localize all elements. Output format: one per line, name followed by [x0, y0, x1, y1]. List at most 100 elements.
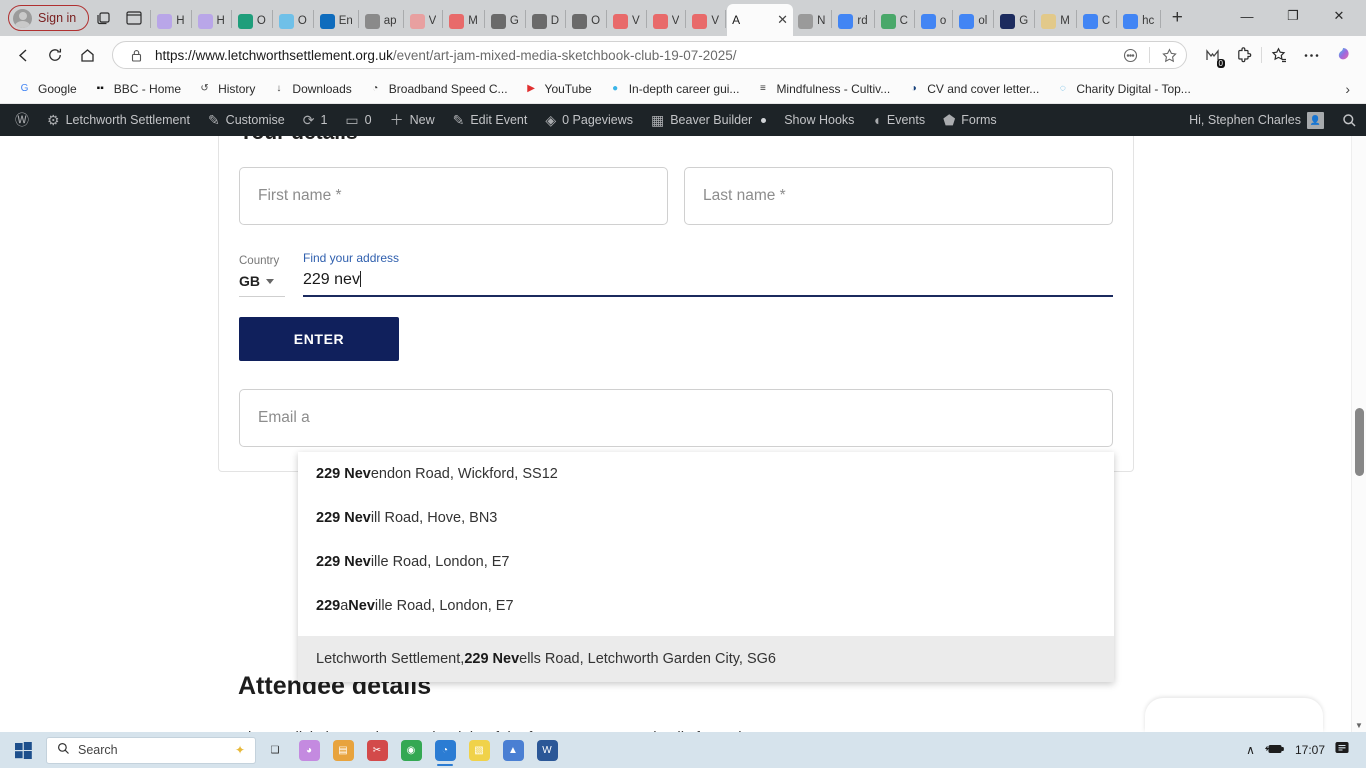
browser-tab[interactable]: N [793, 6, 830, 36]
bookmark-item[interactable]: ◔ Broadband Speed C... [361, 78, 515, 99]
autocomplete-option[interactable]: 229 Nev endon Road, Wickford, SS12 [298, 452, 1114, 496]
browser-tab[interactable]: D [527, 6, 564, 36]
account-greeting[interactable]: Hi, Stephen Charles 👤 [1180, 104, 1333, 136]
browser-tab[interactable]: O [567, 6, 605, 36]
browser-tab[interactable]: o [916, 6, 951, 36]
split-screen-icon[interactable] [119, 3, 149, 33]
enter-button[interactable]: ENTER [239, 317, 399, 361]
browser-tab[interactable]: M [1036, 6, 1075, 36]
favourite-star-icon[interactable] [1158, 44, 1180, 66]
bookmark-item[interactable]: ▪▪ BBC - Home [86, 78, 188, 99]
bookmark-item[interactable]: ◌ Charity Digital - Top... [1048, 78, 1198, 99]
bookmark-item[interactable]: ↺ History [190, 78, 262, 99]
close-icon[interactable]: ✕ [777, 12, 788, 28]
browser-tab[interactable]: H [152, 6, 189, 36]
admin-bar-item[interactable]: ✎ Edit Event [444, 104, 537, 136]
back-button[interactable] [8, 40, 38, 70]
first-name-input[interactable]: First name * [239, 167, 668, 225]
browser-tab[interactable]: M [444, 6, 483, 36]
bookmark-item[interactable]: G Google [10, 78, 84, 99]
refresh-button[interactable] [40, 40, 70, 70]
browser-tab[interactable]: hc [1118, 6, 1159, 36]
nordvpn-icon[interactable]: ▲ [496, 734, 530, 766]
tab-groups-icon[interactable] [89, 3, 119, 33]
browser-tab[interactable]: rd [833, 6, 872, 36]
notifications-icon[interactable] [1335, 741, 1352, 759]
browser-tab[interactable]: G [995, 6, 1033, 36]
copilot-sparkle-icon[interactable]: ✦ [235, 743, 245, 757]
admin-bar-item[interactable]: ⟳ 1 [294, 104, 337, 136]
snipping-tool-icon[interactable]: ✂ [360, 734, 394, 766]
bookmarks-overflow-button[interactable]: › [1339, 81, 1356, 97]
admin-bar-item[interactable]: ⬟ Forms [934, 104, 1006, 136]
browser-tab[interactable]: O [274, 6, 312, 36]
browser-tab[interactable]: V [405, 6, 442, 36]
bookmark-item[interactable]: ↓ Downloads [264, 78, 358, 99]
sticky-notes-icon[interactable]: ▧ [462, 734, 496, 766]
browser-tab[interactable]: V [648, 6, 685, 36]
browser-tab[interactable]: C [876, 6, 913, 36]
tray-chevron-icon[interactable]: ∧ [1246, 743, 1255, 757]
browser-tab[interactable]: En [315, 6, 357, 36]
mail-badge-icon[interactable]: 0 [1197, 40, 1227, 70]
admin-bar-item[interactable]: Ⓦ [6, 104, 38, 136]
browser-tab[interactable]: A ✕ [727, 4, 794, 36]
battery-icon[interactable] [1264, 743, 1285, 758]
search-input[interactable]: Search ✦ [46, 736, 256, 764]
scrollbar-thumb[interactable] [1355, 408, 1364, 476]
file-explorer-icon[interactable]: ▤ [326, 734, 360, 766]
browser-tab[interactable]: H [193, 6, 230, 36]
address-bar[interactable]: https://www.letchworthsettlement.org.uk/… [112, 41, 1187, 69]
find-address-label[interactable]: Find your address [303, 251, 1113, 265]
bookmark-item[interactable]: ◑ CV and cover letter... [899, 78, 1046, 99]
admin-bar-item[interactable]: ◈ 0 Pageviews [536, 104, 642, 136]
browser-tab[interactable]: V [608, 6, 645, 36]
bookmark-item[interactable]: ▶ YouTube [517, 78, 599, 99]
bookmark-item[interactable]: ≡ Mindfulness - Cultiv... [748, 78, 897, 99]
home-button[interactable] [72, 40, 102, 70]
browser-tab[interactable]: ol [954, 6, 992, 36]
clock[interactable]: 17:07 [1295, 743, 1325, 757]
browser-tab[interactable]: ap [360, 6, 402, 36]
page-scrollbar[interactable]: ▼ [1351, 136, 1366, 732]
browser-tab[interactable]: C [1078, 6, 1115, 36]
find-address-input[interactable]: 229 nev [303, 271, 1113, 297]
extensions-icon[interactable] [1229, 40, 1259, 70]
new-tab-button[interactable]: + [1162, 3, 1192, 33]
search-icon[interactable] [1333, 104, 1366, 136]
admin-bar-item[interactable]: ＋ New [381, 104, 444, 136]
settings-more-icon[interactable] [1296, 40, 1326, 70]
scroll-down-arrow[interactable]: ▼ [1355, 721, 1363, 730]
autocomplete-option[interactable]: 229 Nev ill Road, Hove, BN3 [298, 496, 1114, 540]
autocomplete-option[interactable]: 229 Nev ille Road, London, E7 [298, 540, 1114, 584]
read-aloud-icon[interactable] [1119, 44, 1141, 66]
country-select[interactable]: GB [239, 273, 285, 297]
email-field[interactable]: Email a [239, 389, 1113, 447]
minimize-button[interactable]: — [1224, 0, 1270, 32]
browser-tab[interactable]: G [486, 6, 524, 36]
close-button[interactable]: ✕ [1316, 0, 1362, 32]
admin-bar-item[interactable]: Show Hooks [775, 104, 863, 136]
bookmark-item[interactable]: ● In-depth career gui... [601, 78, 747, 99]
sign-in-button[interactable]: Sign in [8, 5, 90, 31]
copilot-icon[interactable]: ◕ [292, 734, 326, 766]
chat-widget[interactable] [1145, 698, 1323, 732]
admin-bar-item[interactable]: ✎ Customise [199, 104, 294, 136]
admin-bar-item[interactable]: ▭ 0 [336, 104, 380, 136]
autocomplete-option[interactable]: Letchworth Settlement, 229 Nev ells Road,… [298, 636, 1114, 682]
word-icon[interactable]: W [530, 734, 564, 766]
chrome-icon[interactable]: ◉ [394, 734, 428, 766]
favourites-icon[interactable] [1264, 40, 1294, 70]
autocomplete-option[interactable]: 229 a Nev ille Road, London, E7 [298, 584, 1114, 628]
browser-tab[interactable]: O [233, 6, 271, 36]
maximize-button[interactable]: ❐ [1270, 0, 1316, 32]
admin-bar-item[interactable]: ◖ Events [863, 104, 934, 136]
admin-bar-item[interactable]: ▦ Beaver Builder [642, 104, 775, 136]
admin-bar-item[interactable]: ⚙ Letchworth Settlement [38, 104, 199, 136]
address-autocomplete-dropdown[interactable]: 229 Nev endon Road, Wickford, SS12 229 Nev… [298, 452, 1114, 682]
copilot-icon[interactable] [1328, 40, 1358, 70]
edge-icon[interactable]: ◔ [428, 734, 462, 766]
task-view-icon[interactable]: ❑ [258, 734, 292, 766]
browser-tab[interactable]: V [687, 6, 724, 36]
last-name-input[interactable]: Last name * [684, 167, 1113, 225]
